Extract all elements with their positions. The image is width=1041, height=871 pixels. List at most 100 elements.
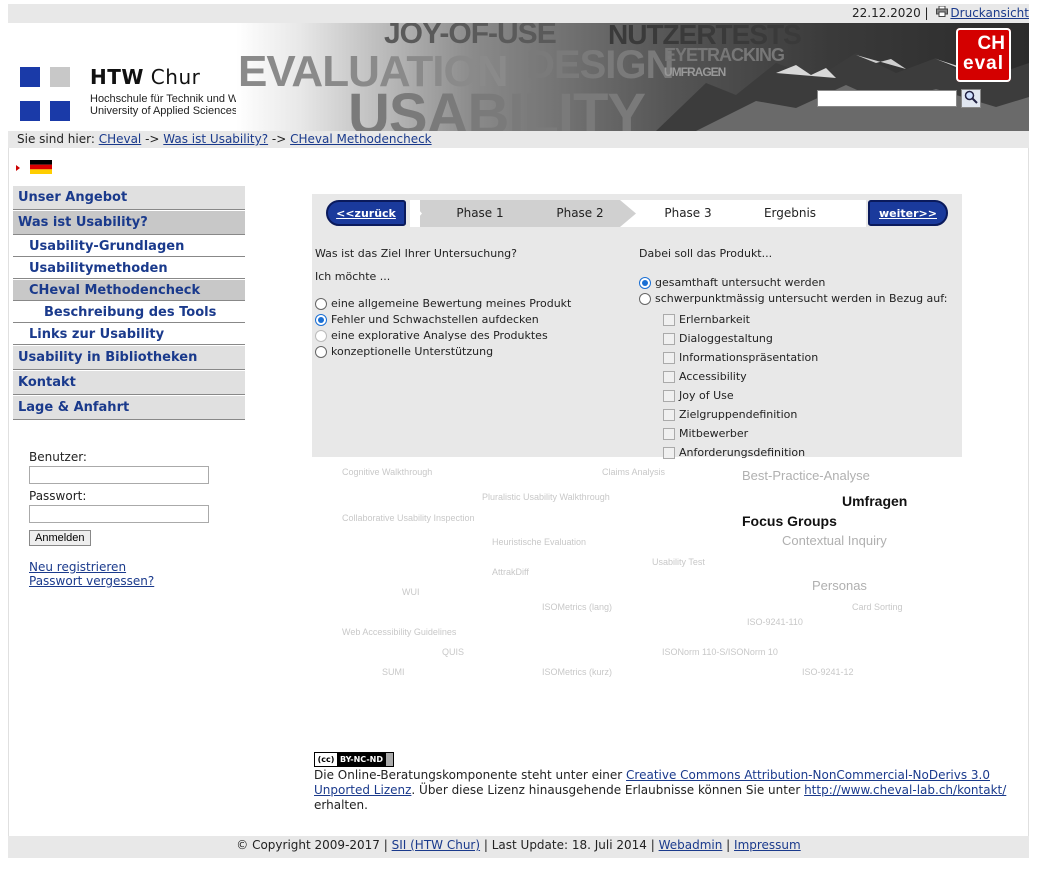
back-button[interactable]: <<zurück bbox=[326, 200, 406, 226]
sidebar-item-unser-angebot[interactable]: Unser Angebot bbox=[13, 186, 245, 210]
username-label: Benutzer: bbox=[29, 450, 87, 464]
sidebar-item-lage-anfahrt[interactable]: Lage & Anfahrt bbox=[13, 396, 245, 420]
method-tag[interactable]: AttrakDiff bbox=[492, 567, 529, 577]
focus-checkbox-option[interactable]: Joy of Use bbox=[639, 386, 959, 405]
goal-option[interactable]: Fehler und Schwachstellen aufdecken bbox=[315, 312, 625, 328]
method-tag[interactable]: Contextual Inquiry bbox=[782, 533, 887, 548]
checkbox[interactable] bbox=[663, 446, 675, 459]
goal-question: Was ist das Ziel Ihrer Untersuchung? Ich… bbox=[315, 246, 625, 360]
radio-button[interactable] bbox=[315, 298, 327, 310]
goal-question-sub: Ich möchte ... bbox=[315, 270, 391, 283]
option-label: Fehler und Schwachstellen aufdecken bbox=[331, 313, 539, 326]
site-header: HTW Chur Hochschule für Technik und Wirt… bbox=[8, 23, 1029, 131]
license-text-part: Die Online-Beratungskomponente steht unt… bbox=[314, 768, 627, 782]
webadmin-link[interactable]: Webadmin bbox=[659, 838, 723, 852]
radio-button[interactable] bbox=[639, 293, 651, 305]
method-tag[interactable]: Heuristische Evaluation bbox=[492, 537, 586, 547]
method-tag[interactable]: Web Accessibility Guidelines bbox=[342, 627, 456, 637]
focus-checkbox-option[interactable]: Accessibility bbox=[639, 367, 959, 386]
method-tag[interactable]: Umfragen bbox=[842, 493, 907, 509]
checkbox[interactable] bbox=[663, 389, 675, 402]
sidebar-item-links-zur-usability[interactable]: Links zur Usability bbox=[13, 324, 245, 345]
search-button[interactable] bbox=[961, 89, 981, 108]
checkbox[interactable] bbox=[663, 332, 675, 345]
method-tag[interactable]: Focus Groups bbox=[742, 513, 837, 529]
scope-option[interactable]: gesamthaft untersucht werden bbox=[639, 275, 959, 291]
search-input[interactable] bbox=[817, 90, 957, 107]
checkbox[interactable] bbox=[663, 427, 675, 440]
top-bar: 22.12.2020 | Druckansicht bbox=[8, 4, 1029, 23]
breadcrumb-prefix: Sie sind hier: bbox=[17, 132, 99, 146]
goal-option[interactable]: eine allgemeine Bewertung meines Produkt bbox=[315, 296, 625, 312]
scope-option[interactable]: schwerpunktmässig untersucht werden in B… bbox=[639, 291, 959, 307]
register-link[interactable]: Neu registrieren bbox=[29, 560, 229, 574]
sidebar-item-usability-grundlagen[interactable]: Usability-Grundlagen bbox=[13, 236, 245, 257]
sii-link[interactable]: SII (HTW Chur) bbox=[392, 838, 480, 852]
impressum-link[interactable]: Impressum bbox=[734, 838, 801, 852]
username-input[interactable] bbox=[29, 466, 209, 484]
checkbox[interactable] bbox=[663, 370, 675, 383]
focus-checkbox-option[interactable]: Informationspräsentation bbox=[639, 348, 959, 367]
method-tag[interactable]: Collaborative Usability Inspection bbox=[342, 513, 475, 523]
method-tag[interactable]: Claims Analysis bbox=[602, 467, 665, 477]
phase-1[interactable]: Phase 1 bbox=[430, 200, 530, 227]
banner-word: EYETRACKING bbox=[664, 45, 785, 65]
sidebar-item-kontakt[interactable]: Kontakt bbox=[13, 371, 245, 395]
sidebar-item-beschreibung-des-tools[interactable]: Beschreibung des Tools bbox=[13, 302, 245, 323]
radio-button[interactable] bbox=[315, 346, 327, 358]
checkbox-label: Erlernbarkeit bbox=[679, 312, 750, 326]
sidebar-item-was-ist-usability[interactable]: Was ist Usability? bbox=[13, 211, 245, 235]
focus-checkbox-option[interactable]: Mitbewerber bbox=[639, 424, 959, 443]
footer-separator: | bbox=[722, 838, 735, 852]
method-tag[interactable]: ISOMetrics (lang) bbox=[542, 602, 612, 612]
banner-word: USABILITY bbox=[348, 82, 646, 131]
checkbox-label: Accessibility bbox=[679, 369, 747, 383]
method-tag[interactable]: Cognitive Walkthrough bbox=[342, 467, 432, 477]
sidebar-item-usabilitymethoden[interactable]: Usabilitymethoden bbox=[13, 258, 245, 279]
german-flag-icon[interactable] bbox=[30, 160, 52, 174]
goal-option[interactable]: konzeptionelle Unterstützung bbox=[315, 344, 625, 360]
contact-url-link[interactable]: http://www.cheval-lab.ch/kontakt/ bbox=[804, 783, 1006, 797]
method-tag[interactable]: ISOMetrics (kurz) bbox=[542, 667, 612, 677]
method-tag[interactable]: Best-Practice-Analyse bbox=[742, 468, 870, 483]
sidebar-nav: Unser Angebot Was ist Usability? Usabili… bbox=[13, 186, 245, 421]
focus-checkbox-option[interactable]: Erlernbarkeit bbox=[639, 310, 959, 329]
breadcrumb-item-cheval[interactable]: CHeval bbox=[99, 132, 142, 146]
cheval-logo[interactable]: CH eval bbox=[956, 28, 1011, 82]
method-tag[interactable]: Card Sorting bbox=[852, 602, 903, 612]
password-input[interactable] bbox=[29, 505, 209, 523]
breadcrumb-separator: -> bbox=[268, 132, 291, 146]
method-tag[interactable]: Usability Test bbox=[652, 557, 705, 567]
next-button[interactable]: weiter>> bbox=[868, 200, 948, 226]
forgot-password-link[interactable]: Passwort vergessen? bbox=[29, 574, 229, 588]
goal-option[interactable]: eine explorative Analyse des Produktes bbox=[315, 328, 625, 344]
phase-2[interactable]: Phase 2 bbox=[530, 200, 630, 227]
print-view-link[interactable]: Druckansicht bbox=[950, 6, 1029, 20]
method-tag[interactable]: ISO-9241-12 bbox=[802, 667, 854, 677]
sidebar-item-cheval-methodencheck[interactable]: CHeval Methodencheck bbox=[13, 280, 245, 301]
method-tag[interactable]: Pluralistic Usability Walkthrough bbox=[482, 492, 610, 502]
page-border bbox=[8, 148, 9, 836]
method-tag[interactable]: WUI bbox=[402, 587, 420, 597]
radio-button[interactable] bbox=[639, 277, 651, 289]
login-button[interactable]: Anmelden bbox=[29, 530, 91, 546]
focus-checkbox-option[interactable]: Zielgruppendefinition bbox=[639, 405, 959, 424]
breadcrumb-item-methodencheck[interactable]: CHeval Methodencheck bbox=[290, 132, 432, 146]
radio-button[interactable] bbox=[315, 330, 327, 342]
sidebar-item-usability-in-bibliotheken[interactable]: Usability in Bibliotheken bbox=[13, 346, 245, 370]
method-tag[interactable]: Personas bbox=[812, 578, 867, 593]
checkbox[interactable] bbox=[663, 408, 675, 421]
method-tag[interactable]: ISONorm 110-S/ISONorm 10 bbox=[662, 647, 778, 657]
focus-checkbox-option[interactable]: Dialoggestaltung bbox=[639, 329, 959, 348]
checkbox[interactable] bbox=[663, 351, 675, 364]
breadcrumb-item-usability[interactable]: Was ist Usability? bbox=[163, 132, 268, 146]
cc-license-badge-icon[interactable]: (cc) BY-NC-ND bbox=[314, 752, 394, 767]
printer-icon[interactable] bbox=[936, 4, 949, 22]
checkbox[interactable] bbox=[663, 313, 675, 326]
radio-button[interactable] bbox=[315, 314, 327, 326]
focus-checkbox-option[interactable]: Anforderungsdefinition bbox=[639, 443, 959, 462]
method-tag[interactable]: SUMI bbox=[382, 667, 405, 677]
method-tag[interactable]: QUIS bbox=[442, 647, 464, 657]
language-selector[interactable] bbox=[16, 160, 56, 176]
method-tag[interactable]: ISO-9241-110 bbox=[747, 617, 803, 627]
